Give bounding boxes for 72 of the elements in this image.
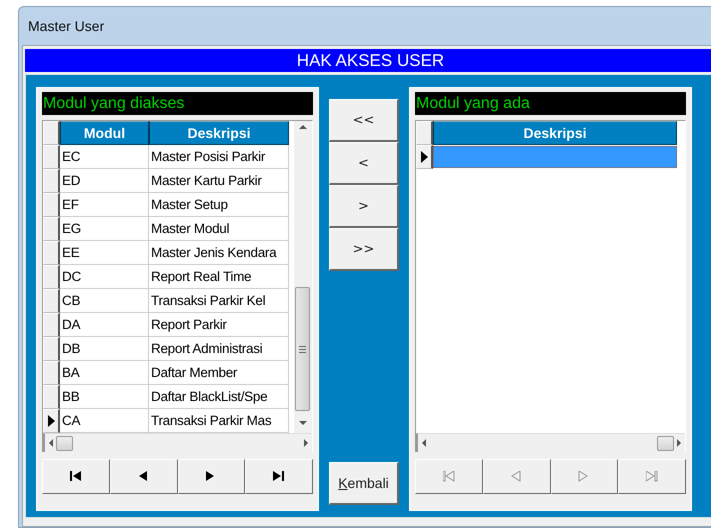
column-header[interactable]: Deskripsi bbox=[433, 121, 677, 145]
row-header[interactable] bbox=[416, 145, 433, 169]
scroll-left-icon bbox=[422, 439, 426, 447]
row-header[interactable] bbox=[43, 289, 60, 313]
scroll-thumb[interactable] bbox=[657, 436, 674, 450]
scroll-right-icon bbox=[677, 439, 681, 447]
table-cell: Daftar Member bbox=[149, 361, 289, 385]
window-title: Master User bbox=[28, 18, 104, 34]
table-cell: EC bbox=[60, 145, 149, 169]
table-cell: Transaksi Parkir Kel bbox=[149, 289, 289, 313]
last-record-icon bbox=[273, 471, 286, 482]
row-header[interactable] bbox=[43, 385, 60, 409]
row-header[interactable] bbox=[43, 313, 60, 337]
column-header[interactable]: Deskripsi bbox=[149, 121, 289, 145]
next-record-button[interactable] bbox=[178, 459, 246, 494]
row-header[interactable] bbox=[43, 361, 60, 385]
table-cell: Report Parkir bbox=[149, 313, 289, 337]
scroll-left-icon bbox=[49, 439, 53, 447]
table-cell: Master Jenis Kendara bbox=[149, 241, 289, 265]
next-record-icon bbox=[578, 471, 590, 482]
table-cell: DC bbox=[60, 265, 149, 289]
panel-label: Modul yang diakses bbox=[42, 92, 313, 115]
table-cell: Master Setup bbox=[149, 193, 289, 217]
row-header[interactable] bbox=[43, 217, 60, 241]
transfer-button[interactable]: << bbox=[329, 99, 399, 142]
table-cell: EE bbox=[60, 241, 149, 265]
previous-record-icon bbox=[510, 471, 523, 482]
table-cell: DB bbox=[60, 337, 149, 361]
transfer-button[interactable]: < bbox=[329, 142, 399, 185]
table-cell: Daftar BlackList/Spe bbox=[149, 385, 289, 409]
table-cell: Master Kartu Parkir bbox=[149, 169, 289, 193]
table-cell: EF bbox=[60, 193, 149, 217]
back-button[interactable]: Kembali bbox=[329, 462, 399, 505]
table-cell: EG bbox=[60, 217, 149, 241]
panel-label: Modul yang ada bbox=[415, 92, 686, 115]
form-header: HAK AKSES USER bbox=[25, 49, 711, 72]
table-cell: ED bbox=[60, 169, 149, 193]
first-record-icon bbox=[442, 471, 455, 482]
last-record-icon bbox=[646, 471, 658, 482]
scroll-thumb[interactable] bbox=[56, 436, 73, 450]
row-header[interactable] bbox=[43, 409, 60, 433]
first-record-icon bbox=[70, 471, 82, 482]
transfer-button[interactable]: >> bbox=[329, 228, 399, 271]
row-header[interactable] bbox=[43, 193, 60, 217]
scroll-thumb[interactable] bbox=[295, 287, 310, 411]
horizontal-scrollbar[interactable] bbox=[416, 433, 685, 452]
row-header[interactable] bbox=[43, 265, 60, 289]
scroll-right-icon bbox=[304, 439, 308, 447]
last-record-button[interactable] bbox=[245, 459, 313, 494]
table-cell: BB bbox=[60, 385, 149, 409]
row-pointer-icon bbox=[420, 151, 428, 163]
table-cell: Report Real Time bbox=[149, 265, 289, 289]
table-cell: DA bbox=[60, 313, 149, 337]
table-cell: Master Modul bbox=[149, 217, 289, 241]
vertical-scrollbar[interactable] bbox=[294, 121, 312, 433]
previous-record-icon bbox=[138, 471, 150, 482]
row-header[interactable] bbox=[43, 145, 60, 169]
table-cell: BA bbox=[60, 361, 149, 385]
grip-icon bbox=[299, 346, 306, 352]
row-header[interactable] bbox=[43, 241, 60, 265]
table-cell[interactable] bbox=[433, 146, 677, 168]
transfer-button[interactable]: > bbox=[329, 185, 399, 228]
previous-record-button[interactable] bbox=[110, 459, 178, 494]
table-cell: Report Administrasi bbox=[149, 337, 289, 361]
column-header[interactable]: Modul bbox=[60, 121, 149, 145]
horizontal-scrollbar[interactable] bbox=[43, 433, 312, 452]
table-cell: Master Posisi Parkir bbox=[149, 145, 289, 169]
row-header[interactable] bbox=[43, 169, 60, 193]
row-header[interactable] bbox=[43, 337, 60, 361]
first-record-button[interactable] bbox=[42, 459, 110, 494]
row-pointer-icon bbox=[48, 415, 54, 427]
table-cell: CB bbox=[60, 289, 149, 313]
